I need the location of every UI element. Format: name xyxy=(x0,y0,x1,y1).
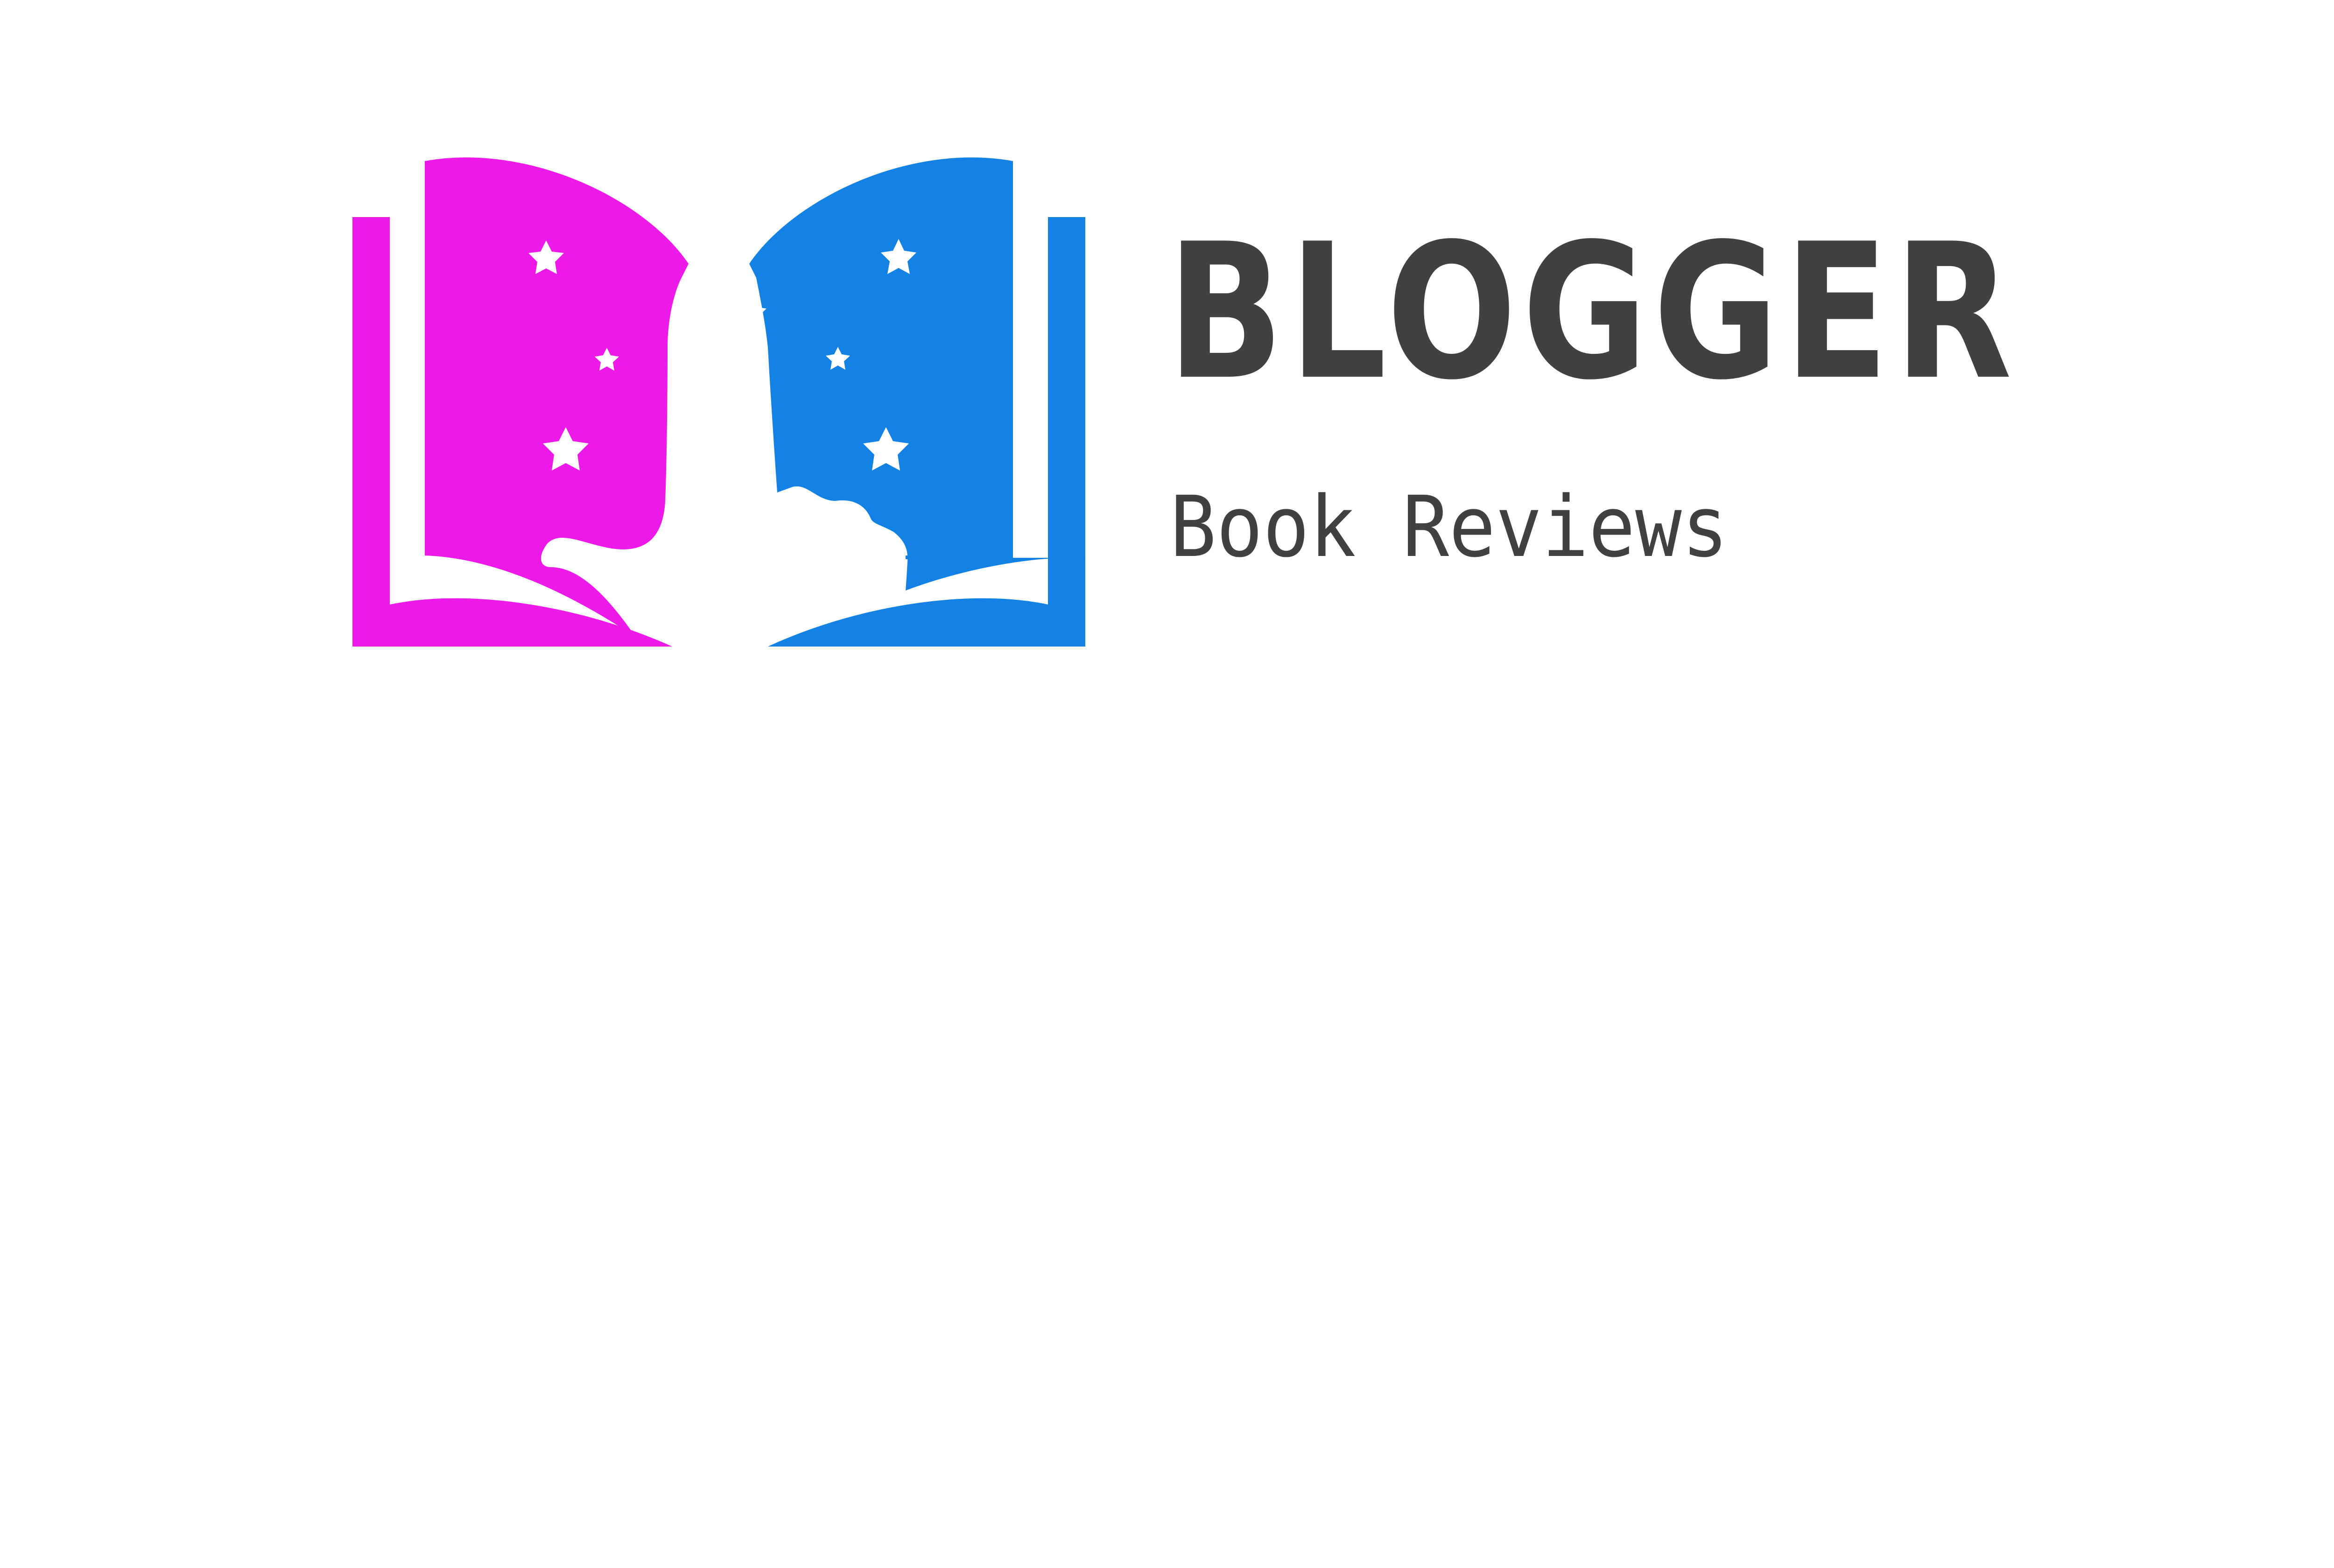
big-star xyxy=(671,274,766,365)
book-page-left xyxy=(425,157,689,638)
brand-name: BLOGGER xyxy=(1167,204,2018,421)
tagline: Book Reviews xyxy=(1170,478,1729,576)
logo: BLOGGER Book Reviews xyxy=(0,0,2334,1568)
book-page-right-base xyxy=(906,555,1013,559)
book-page-right xyxy=(749,157,1088,591)
wordmark: BLOGGER Book Reviews xyxy=(1167,219,2101,593)
open-book-with-stars-icon xyxy=(352,157,1088,647)
